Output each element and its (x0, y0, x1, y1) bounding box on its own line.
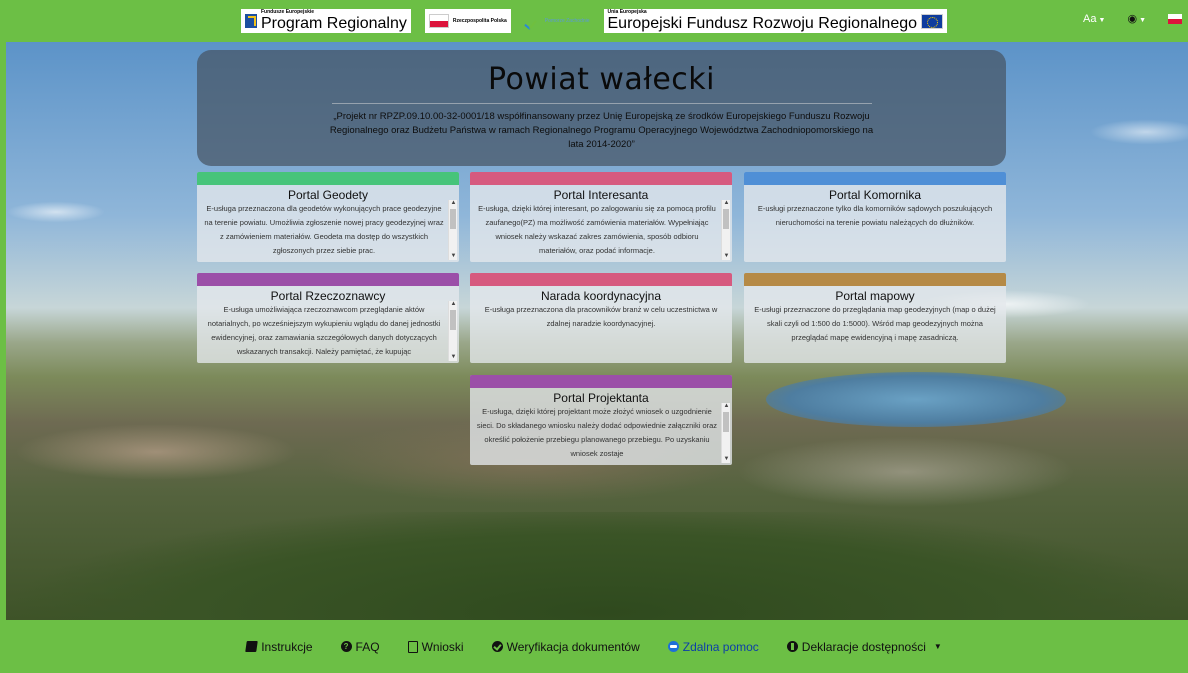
scroll-thumb[interactable] (450, 310, 456, 330)
card-description: E-usługi przeznaczone do przeglądania ma… (754, 305, 996, 342)
card-description: E-usługi przeznaczone tylko dla komornik… (757, 204, 993, 227)
footer-link-label: Instrukcje (261, 639, 313, 654)
card-narada-koordynacyjna[interactable]: Narada koordynacyjna E-usługa przeznaczo… (470, 273, 732, 363)
card-color-bar (197, 273, 459, 286)
logo-subtext: Europejski Fundusz Rozwoju Regionalnego (607, 15, 918, 32)
logo-text: Pomorze Zachodnie (544, 18, 590, 24)
page-title: Powiat wałecki (487, 62, 716, 97)
remote-help-icon (667, 641, 679, 652)
card-color-bar (470, 172, 732, 185)
card-portal-komornika[interactable]: Portal Komornika E-usługi przeznaczone t… (744, 172, 1006, 262)
accessibility-icon (786, 641, 798, 652)
scroll-thumb[interactable] (723, 412, 729, 432)
scroll-down-icon[interactable]: ▼ (450, 354, 457, 361)
footer-dropdown-deklaracje[interactable]: Deklaracje dostępności ▼ (786, 639, 942, 654)
footer-link-instrukcje[interactable]: Instrukcje (245, 639, 313, 654)
card-portal-interesanta[interactable]: Portal Interesanta E-usługa, dzięki któr… (470, 172, 732, 262)
footer-link-wnioski[interactable]: Wnioski (407, 639, 464, 654)
fundusze-europejskie-logo: Fundusze Europejskie Program Regionalny (240, 9, 411, 33)
unia-europejska-logo: Unia Europejska Europejski Fundusz Rozwoj… (603, 9, 948, 33)
card-title: Portal Interesanta (553, 188, 649, 202)
scrollbar[interactable]: ▲ ▼ (448, 301, 457, 361)
card-title: Narada koordynacyjna (540, 289, 662, 303)
card-description: E-usługa przeznaczona dla pracowników br… (484, 305, 718, 328)
document-icon (407, 640, 418, 653)
footer-link-weryfikacja[interactable]: Weryfikacja dokumentów (491, 639, 640, 654)
card-portal-geodety[interactable]: Portal Geodety E-usługa przeznaczona dla… (197, 172, 459, 262)
polish-flag-icon[interactable] (1168, 13, 1182, 24)
footer-link-label: Wnioski (421, 639, 464, 654)
zachodniopomorskie-icon (525, 14, 541, 28)
logo-text: Rzeczpospolita Polska (452, 18, 507, 24)
card-description: E-usługa umożliwiająca rzeczoznawcom prz… (207, 305, 441, 356)
caret-down-icon: ▼ (933, 642, 942, 651)
book-icon (245, 641, 258, 652)
card-portal-mapowy[interactable]: Portal mapowy E-usługi przeznaczone do p… (744, 273, 1006, 363)
rzeczpospolita-polska-logo: Rzeczpospolita Polska (424, 9, 511, 33)
card-description: E-usługa przeznaczona dla geodetów wykon… (204, 204, 444, 255)
card-color-bar (197, 172, 459, 185)
scroll-thumb[interactable] (450, 209, 456, 229)
logo-subtext: Program Regionalny (260, 15, 407, 32)
top-bar: Fundusze Europejskie Program Regionalny R… (0, 0, 1188, 42)
scroll-up-icon[interactable]: ▲ (450, 301, 457, 308)
forest (6, 512, 1188, 620)
polish-flag-icon (428, 14, 449, 28)
project-description: „Projekt nr RPZP.09.10.00-32-0001/18 wsp… (329, 111, 874, 150)
font-size-dropdown[interactable]: Aa ▼ (1083, 13, 1105, 25)
card-title: Portal Rzeczoznawcy (270, 289, 386, 303)
scroll-down-icon[interactable]: ▼ (723, 456, 730, 463)
eu-flag-icon (921, 13, 944, 29)
scroll-down-icon[interactable]: ▼ (450, 253, 457, 260)
accessibility-tools: Aa ▼ ◉ ▼ (1083, 12, 1182, 25)
card-portal-projektanta[interactable]: Portal Projektanta E-usługa, dzięki któr… (470, 375, 732, 465)
card-description: E-usługa, dzięki której interesant, po z… (478, 204, 716, 255)
scrollbar[interactable]: ▲ ▼ (448, 200, 457, 260)
fundusze-europejskie-icon (244, 14, 257, 28)
scroll-down-icon[interactable]: ▼ (723, 253, 730, 260)
card-color-bar (470, 273, 732, 286)
contrast-eye-icon: ◉ (1127, 13, 1138, 25)
header-panel: Powiat wałecki „Projekt nr RPZP.09.10.00… (197, 50, 1006, 166)
card-portal-rzeczoznawcy[interactable]: Portal Rzeczoznawcy E-usługa umożliwiają… (197, 273, 459, 363)
footer-link-zdalna-pomoc[interactable]: Zdalna pomoc (667, 639, 759, 654)
card-color-bar (744, 172, 1006, 185)
card-color-bar (744, 273, 1006, 286)
divider (331, 103, 872, 104)
footer-link-label: Zdalna pomoc (682, 639, 759, 654)
footer-link-label: Deklaracje dostępności (801, 639, 926, 654)
card-title: Portal mapowy (835, 289, 915, 303)
footer-link-label: Weryfikacja dokumentów (506, 639, 640, 654)
font-size-label: Aa (1083, 12, 1097, 25)
contrast-dropdown[interactable]: ◉ ▼ (1127, 12, 1146, 25)
scroll-up-icon[interactable]: ▲ (723, 200, 730, 207)
scrollbar[interactable]: ▲ ▼ (721, 403, 730, 463)
footer-nav: Instrukcje ? FAQ Wnioski Weryfikacja doku… (0, 620, 1188, 673)
funding-logos: Fundusze Europejskie Program Regionalny R… (240, 6, 948, 36)
check-circle-icon (491, 641, 503, 652)
scroll-thumb[interactable] (723, 209, 729, 229)
footer-link-faq[interactable]: ? FAQ (340, 639, 380, 654)
zachodniopomorskie-logo: Pomorze Zachodnie (525, 10, 590, 32)
scroll-up-icon[interactable]: ▲ (723, 403, 730, 410)
footer-link-label: FAQ (355, 639, 380, 654)
card-title: Portal Geodety (287, 188, 369, 202)
question-icon: ? (340, 641, 352, 652)
card-title: Portal Projektanta (553, 391, 649, 405)
card-title: Portal Komornika (828, 188, 922, 202)
caret-down-icon: ▼ (1098, 16, 1106, 24)
card-description: E-usługa, dzięki której projektant może … (476, 407, 718, 458)
card-color-bar (470, 375, 732, 388)
caret-down-icon: ▼ (1139, 17, 1146, 24)
scroll-up-icon[interactable]: ▲ (450, 200, 457, 207)
scrollbar[interactable]: ▲ ▼ (721, 200, 730, 260)
